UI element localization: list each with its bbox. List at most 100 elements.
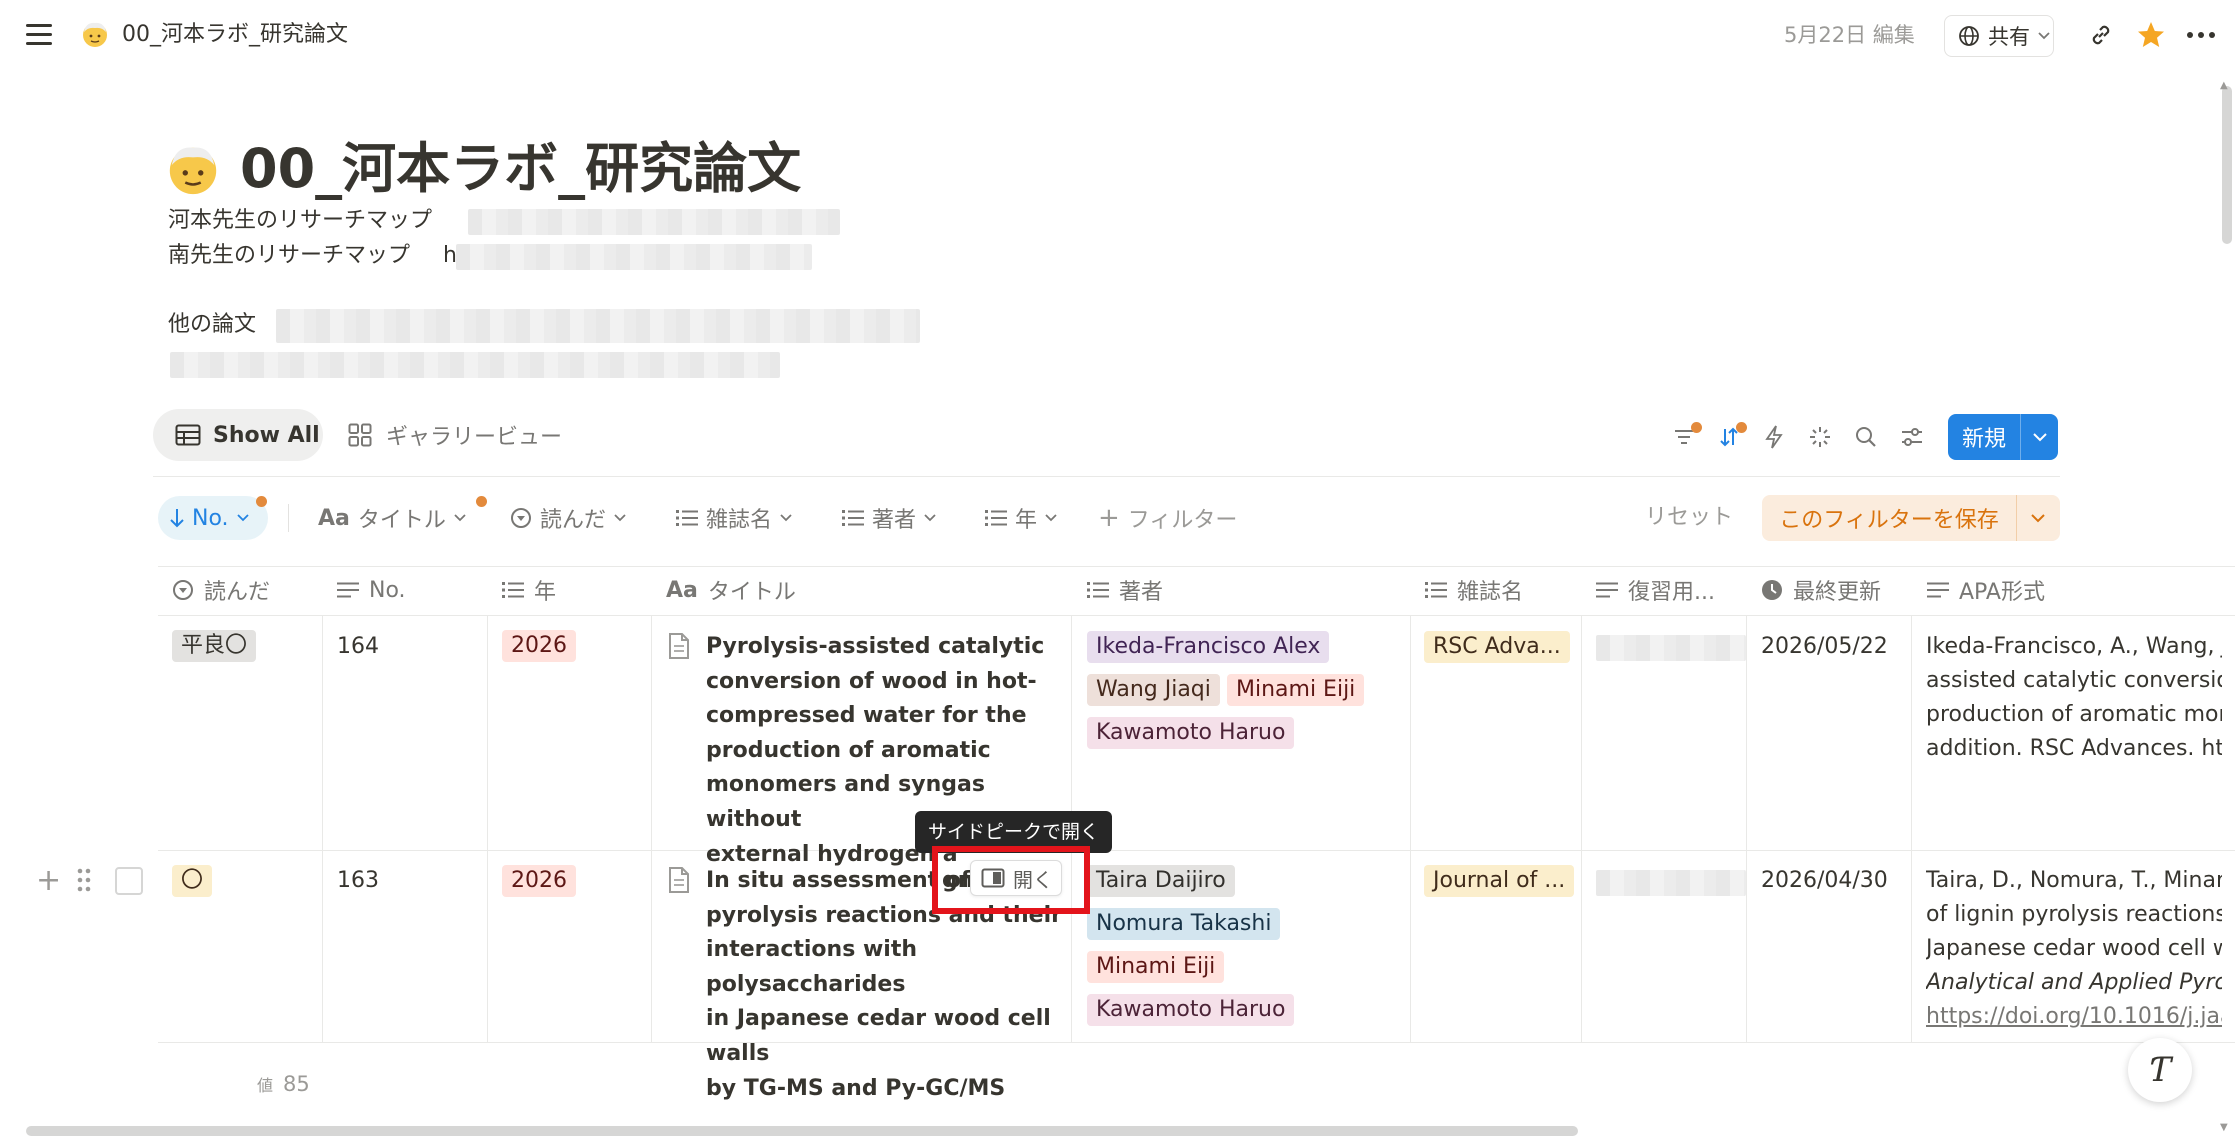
add-row-icon[interactable]: + <box>36 866 61 896</box>
list-prop-icon <box>502 582 524 598</box>
share-label: 共有 <box>1988 25 2030 49</box>
page-title[interactable]: 00_河本ラボ_研究論文 <box>240 132 801 206</box>
text-lines-icon <box>337 582 359 598</box>
list-prop-icon <box>1087 582 1109 598</box>
column-header-no[interactable]: No. <box>337 566 406 614</box>
vertical-scrollbar[interactable] <box>2222 86 2232 244</box>
column-header-restore[interactable]: 復習用... <box>1596 566 1746 614</box>
cell-no[interactable]: 164 <box>337 630 379 664</box>
list-prop-icon <box>676 510 698 526</box>
author-tag[interactable]: Wang Jiaqi <box>1087 674 1220 706</box>
column-header-apa[interactable]: APA形式 <box>1927 566 2045 614</box>
ai-sparkle-icon[interactable] <box>1803 420 1837 454</box>
link-icon[interactable] <box>2084 18 2118 52</box>
column-header-no-label: No. <box>369 577 406 603</box>
grid-line <box>158 566 2235 567</box>
new-dropdown-chevron-icon[interactable] <box>2021 432 2058 442</box>
page-icon <box>669 633 689 659</box>
column-header-read[interactable]: 読んだ <box>172 566 270 614</box>
text-lines-icon <box>1596 582 1618 598</box>
more-icon[interactable] <box>2184 18 2218 52</box>
chevron-down-icon <box>780 514 792 522</box>
filter-chip-journal[interactable]: 雑誌名 <box>676 496 792 540</box>
journal-tag[interactable]: RSC Adva... <box>1424 631 1570 663</box>
drag-handle-icon[interactable] <box>76 867 92 893</box>
text-lines-icon <box>1927 582 1949 598</box>
apa-line: of lignin pyrolysis reactions a <box>1926 902 2222 927</box>
chevron-down-icon <box>924 514 936 522</box>
filter-chip-year[interactable]: 年 <box>985 496 1057 540</box>
author-tag[interactable]: Minami Eiji <box>1227 674 1365 706</box>
cell-no[interactable]: 163 <box>337 864 379 898</box>
breadcrumb-title[interactable]: 00_河本ラボ_研究論文 <box>122 20 348 50</box>
search-icon[interactable] <box>1849 420 1883 454</box>
horizontal-scrollbar[interactable] <box>26 1126 1578 1136</box>
column-header-apa-label: APA形式 <box>1959 580 2045 605</box>
column-header-title-label: タイトル <box>707 580 796 605</box>
reset-button[interactable]: リセット <box>1645 496 1733 540</box>
add-filter-button[interactable]: + フィルター <box>1098 496 1237 540</box>
column-header-title[interactable]: Aa タイトル <box>666 566 796 614</box>
scroll-down-icon[interactable]: ▼ <box>2220 1122 2228 1133</box>
author-tag[interactable]: Kawamoto Haruo <box>1087 717 1295 749</box>
journal-tag[interactable]: Journal of ... <box>1424 865 1575 897</box>
tab-gallery-label: ギャラリービュー <box>386 425 563 450</box>
read-status-tag[interactable]: 〇 <box>172 865 213 897</box>
chevron-down-icon <box>2038 32 2050 40</box>
apa-line: production of aromatic mono <box>1926 702 2222 727</box>
read-status-tag[interactable]: 平良〇 <box>172 630 257 662</box>
tab-gallery[interactable]: ギャラリービュー <box>348 409 562 461</box>
cell-apa[interactable]: Ikeda-Francisco, A., Wang, J., assisted … <box>1926 630 2222 766</box>
list-prop-icon <box>985 510 1007 526</box>
star-icon[interactable] <box>2134 18 2168 52</box>
apa-line: assisted catalytic conversion <box>1926 668 2222 693</box>
sort-chip[interactable]: No. <box>158 496 268 540</box>
sort-icon[interactable] <box>1712 420 1747 454</box>
cell-title-line: Pyrolysis-assisted catalytic <box>706 634 1045 659</box>
emoji-icon <box>83 22 107 47</box>
share-button[interactable]: 共有 <box>1944 15 2054 57</box>
cell-title-line: production of aromatic <box>706 737 991 763</box>
redacted-cell <box>1596 870 1746 896</box>
tab-show-all[interactable]: Show All <box>153 409 323 461</box>
filter-chip-read[interactable]: 読んだ <box>510 496 626 540</box>
cell-updated: 2026/04/30 <box>1761 868 1888 893</box>
cell-title-line: conversion of wood in hot- <box>706 668 1037 694</box>
column-header-read-label: 読んだ <box>204 580 271 605</box>
highlight-box <box>932 846 1090 914</box>
page-icon <box>669 867 689 893</box>
last-edited: 5月22日 編集 <box>1784 23 1915 47</box>
ai-assistant-icon[interactable]: Ƭ <box>2128 1038 2192 1102</box>
settings-sliders-icon[interactable] <box>1895 420 1929 454</box>
author-tag[interactable]: Minami Eiji <box>1087 951 1225 983</box>
filter-chip-title[interactable]: Aa タイトル <box>318 496 487 540</box>
view-divider <box>153 476 2060 477</box>
menu-icon[interactable] <box>26 24 52 46</box>
chevron-down-icon <box>1045 514 1057 522</box>
row-checkbox[interactable] <box>115 867 143 895</box>
author-tag[interactable]: Nomura Takashi <box>1087 908 1281 940</box>
scroll-up-icon[interactable]: ▲ <box>2220 80 2228 91</box>
column-header-journal[interactable]: 雑誌名 <box>1425 566 1523 614</box>
automation-icon[interactable] <box>1757 420 1791 454</box>
filter-chip-year-label: 年 <box>1015 508 1038 533</box>
page-emoji-icon[interactable] <box>164 140 222 198</box>
description-line-2-prefix: h <box>443 243 457 268</box>
filter-icon[interactable] <box>1667 420 1702 454</box>
save-filter-chevron-icon[interactable] <box>2017 513 2059 523</box>
year-tag[interactable]: 2026 <box>502 630 576 662</box>
column-header-updated[interactable]: 最終更新 <box>1761 566 1881 614</box>
save-filter-button[interactable]: このフィルターを保存 <box>1762 495 2060 541</box>
year-tag[interactable]: 2026 <box>502 865 576 897</box>
new-button[interactable]: 新規 <box>1948 414 2058 460</box>
status-prop-icon <box>511 508 531 528</box>
apa-line[interactable]: https://doi.org/10.1016/j.jaap <box>1926 1000 2222 1034</box>
column-header-year[interactable]: 年 <box>502 566 556 614</box>
author-tag[interactable]: Taira Daijiro <box>1087 865 1235 897</box>
author-tag[interactable]: Kawamoto Haruo <box>1087 994 1295 1026</box>
apa-line: addition. RSC Advances. http <box>1926 736 2222 761</box>
column-header-authors[interactable]: 著者 <box>1087 566 1163 614</box>
author-tag[interactable]: Ikeda-Francisco Alex <box>1087 631 1330 663</box>
cell-apa[interactable]: Taira, D., Nomura, T., Minami, of lignin… <box>1926 864 2222 1034</box>
filter-chip-author[interactable]: 著者 <box>842 496 936 540</box>
